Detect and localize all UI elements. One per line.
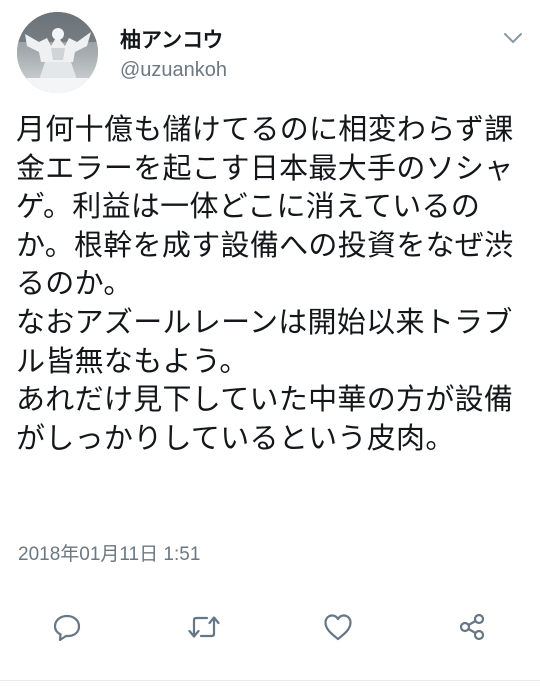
tweet-timestamp[interactable]: 2018年01月11日 1:51	[18, 543, 200, 567]
share-icon	[459, 613, 485, 641]
avatar[interactable]	[17, 12, 98, 93]
reply-icon	[53, 614, 81, 642]
like-button[interactable]	[316, 605, 360, 649]
snow-sculpture-avatar-image	[17, 12, 98, 93]
share-button[interactable]	[450, 605, 494, 649]
display-name[interactable]: 柚アンコウ	[120, 27, 223, 53]
retweet-button[interactable]	[182, 605, 226, 649]
divider	[0, 680, 540, 681]
tweet-card: 柚アンコウ @uzuankoh 月何十億も儲けてるのに相変わらず課金エラーを起こ…	[0, 0, 540, 699]
retweet-icon	[188, 616, 220, 638]
reply-button[interactable]	[45, 605, 89, 649]
chevron-down-icon[interactable]	[500, 28, 526, 48]
tweet-actions	[0, 605, 540, 649]
user-handle[interactable]: @uzuankoh	[120, 57, 227, 83]
heart-icon	[324, 614, 352, 641]
tweet-text: 月何十億も儲けてるのに相変わらず課金エラーを起こす日本最大手のソシャゲ。利益は一…	[16, 112, 514, 455]
